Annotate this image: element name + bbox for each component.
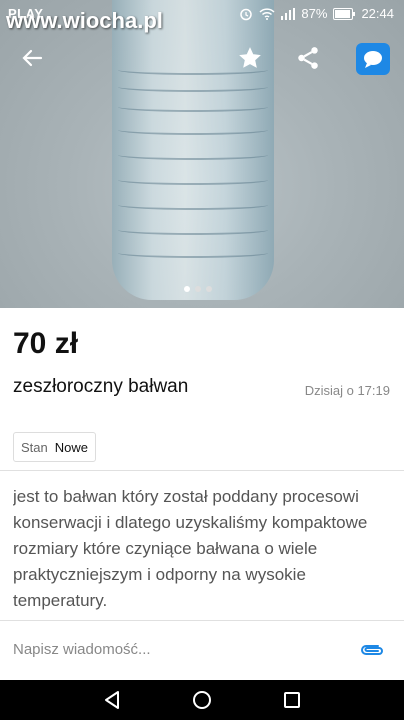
gallery-dot — [184, 286, 190, 292]
listing-title: zeszłoroczny bałwan — [13, 376, 189, 397]
battery-icon — [333, 7, 356, 20]
posted-date: Dzisiaj o 17:19 — [304, 383, 390, 398]
favorite-button[interactable] — [232, 40, 268, 76]
listing-photo[interactable] — [0, 0, 404, 308]
clock: 22:44 — [361, 6, 394, 21]
chat-icon — [364, 51, 382, 68]
message-input[interactable]: Napisz wiadomość... — [13, 641, 151, 658]
gallery-indicator — [184, 286, 212, 292]
chat-button[interactable] — [356, 43, 390, 75]
watermark: www.wiocha.pl — [6, 8, 163, 33]
divider — [0, 620, 404, 621]
share-icon — [298, 47, 318, 69]
back-button[interactable] — [14, 40, 50, 76]
condition-chip: Stan Nowe — [13, 432, 96, 462]
nav-back-icon[interactable] — [100, 688, 124, 712]
divider — [0, 470, 404, 471]
battery-percent: 87% — [301, 6, 328, 21]
share-button[interactable] — [290, 40, 326, 76]
wifi-icon — [259, 7, 275, 20]
listing-description: jest to bałwan który został poddany proc… — [13, 487, 368, 610]
condition-label: Stan — [21, 439, 48, 455]
price: 70 zł — [13, 327, 79, 360]
alarm-icon — [240, 8, 253, 20]
back-arrow-icon — [22, 49, 43, 67]
condition-value: Nowe — [54, 439, 88, 455]
paperclip-icon — [361, 645, 383, 655]
attach-button[interactable] — [358, 640, 384, 665]
gallery-dot — [195, 286, 201, 292]
nav-recents-icon[interactable] — [280, 688, 304, 712]
star-icon — [239, 47, 261, 68]
nav-home-icon[interactable] — [190, 688, 214, 712]
system-nav-bar — [0, 680, 404, 720]
gallery-dot — [206, 286, 212, 292]
signal-icon — [281, 7, 296, 20]
